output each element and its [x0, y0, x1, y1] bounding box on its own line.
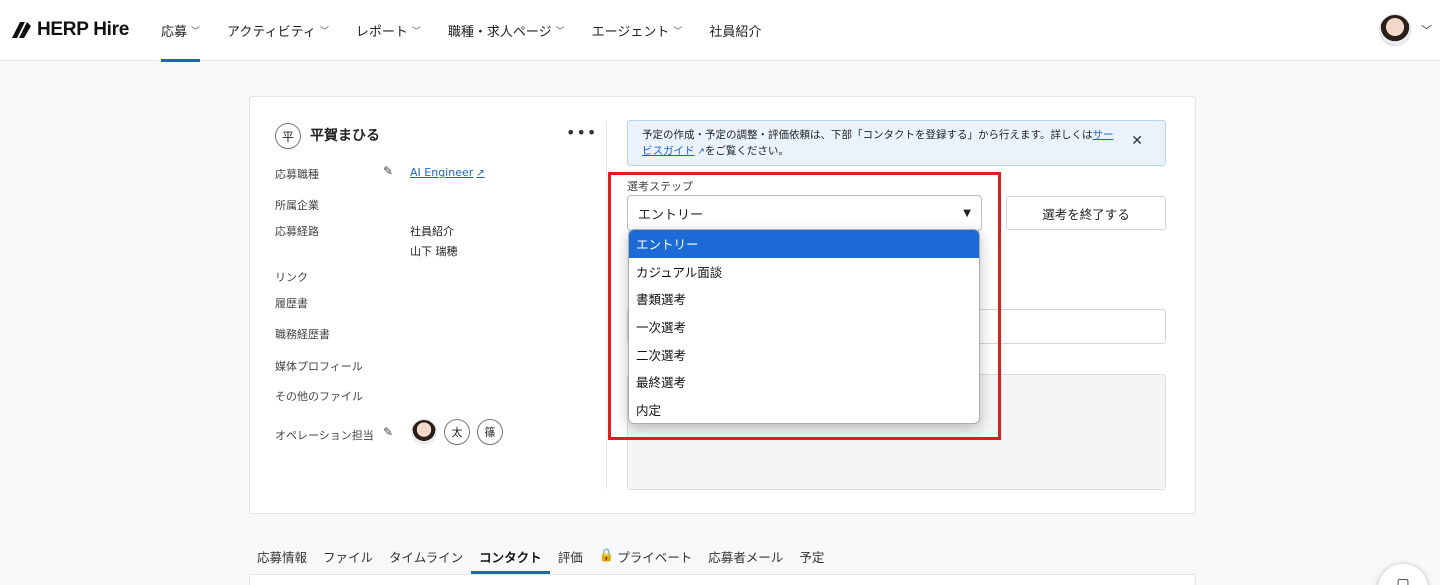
- link-label: リンク: [275, 271, 308, 284]
- select-value: エントリー: [638, 207, 704, 223]
- option-offer[interactable]: 内定: [629, 396, 979, 423]
- option-second-interview[interactable]: 二次選考: [629, 340, 979, 368]
- selection-step-select[interactable]: エントリー ▼: [627, 195, 982, 231]
- selection-step-options: エントリー カジュアル面談 書類選考 一次選考 二次選考 最終選考 内定: [628, 229, 980, 424]
- option-document-screening[interactable]: 書類選考: [629, 285, 979, 313]
- tab-content-panel: [249, 574, 1196, 585]
- notice-text-end: をご覧ください。: [704, 145, 789, 157]
- referrer-name: 山下 瑞穂: [410, 245, 458, 258]
- selection-step-label: 選考ステップ: [627, 180, 693, 193]
- tab-private[interactable]: 🔒 プライベート: [591, 540, 701, 574]
- career-label: 職務経歴書: [275, 328, 330, 341]
- chat-icon[interactable]: ▢: [1378, 564, 1428, 585]
- nav-item-referral[interactable]: 社員紹介: [698, 0, 772, 61]
- tab-contact[interactable]: コンタクト: [471, 540, 550, 574]
- option-casual-interview[interactable]: カジュアル面談: [629, 258, 979, 286]
- option-first-interview[interactable]: 一次選考: [629, 313, 979, 341]
- chevron-down-icon: ﹀: [191, 27, 201, 37]
- job-label: 応募職種: [275, 168, 319, 181]
- pencil-icon[interactable]: ✎: [383, 164, 393, 178]
- detail-tabs: 応募情報 ファイル タイムライン コンタクト 評価 🔒 プライベート 応募者メール…: [249, 540, 832, 574]
- tab-evaluation[interactable]: 評価: [550, 540, 591, 574]
- logo-text: HERP Hire: [37, 19, 129, 40]
- tab-application-info[interactable]: 応募情報: [249, 540, 315, 574]
- candidate-name: 平賀まひる: [310, 128, 380, 144]
- nav-label: 社員紹介: [709, 25, 762, 40]
- lock-icon: 🔒: [598, 547, 615, 562]
- route-value: 社員紹介: [410, 225, 454, 238]
- operator-avatar[interactable]: [411, 419, 437, 445]
- company-label: 所属企業: [275, 199, 319, 212]
- nav-item-jobs[interactable]: 職種・求人ページ ﹀: [437, 0, 576, 61]
- nav-label: アクティビティ: [227, 25, 316, 40]
- operator-avatar[interactable]: 篠: [477, 419, 503, 445]
- external-link-icon: ↗: [476, 168, 485, 179]
- chevron-down-icon: ﹀: [319, 27, 329, 37]
- nav-label: 応募: [161, 25, 188, 40]
- tab-schedule[interactable]: 予定: [791, 540, 832, 574]
- nav-item-applications[interactable]: 応募 ﹀: [150, 0, 211, 62]
- candidate-initial-avatar: 平: [275, 123, 301, 149]
- other-files-label: その他のファイル: [275, 390, 363, 403]
- close-icon[interactable]: ✕: [1131, 133, 1143, 149]
- operator-avatar[interactable]: 太: [444, 419, 470, 445]
- nav-label: エージェント: [591, 25, 670, 40]
- main-nav: 応募 ﹀ アクティビティ ﹀ レポート ﹀ 職種・求人ページ ﹀ エージェント …: [150, 0, 777, 62]
- media-profile-label: 媒体プロフィール: [275, 360, 363, 373]
- chevron-down-icon: ﹀: [411, 27, 421, 37]
- chevron-down-icon: ﹀: [673, 27, 683, 37]
- more-options-icon[interactable]: •••: [566, 123, 597, 142]
- divider: [606, 121, 607, 489]
- option-entry[interactable]: エントリー: [629, 230, 979, 258]
- job-link-text: AI Engineer: [410, 166, 474, 179]
- end-selection-button[interactable]: 選考を終了する: [1006, 196, 1166, 230]
- tab-applicant-mail[interactable]: 応募者メール: [700, 540, 791, 574]
- nav-label: 職種・求人ページ: [447, 25, 552, 40]
- operator-label: オペレーション担当: [275, 429, 374, 442]
- pencil-icon[interactable]: ✎: [383, 425, 393, 439]
- route-label: 応募経路: [275, 225, 319, 238]
- chevron-down-icon: ﹀: [555, 27, 565, 37]
- nav-item-activity[interactable]: アクティビティ ﹀: [216, 0, 340, 61]
- top-header: HERP Hire 応募 ﹀ アクティビティ ﹀ レポート ﹀ 職種・求人ページ…: [0, 0, 1440, 62]
- tab-files[interactable]: ファイル: [315, 540, 381, 574]
- info-notice: 予定の作成・予定の調整・評価依頼は、下部「コンタクトを登録する」から行えます。詳…: [627, 120, 1166, 166]
- nav-label: レポート: [355, 25, 408, 40]
- user-menu[interactable]: ﹀: [1379, 14, 1432, 46]
- nav-item-agent[interactable]: エージェント ﹀: [581, 0, 694, 61]
- option-final-interview[interactable]: 最終選考: [629, 368, 979, 396]
- notice-text: 予定の作成・予定の調整・評価依頼は、下部「コンタクトを登録する」から行えます。詳…: [642, 129, 1093, 141]
- resume-label: 履歴書: [275, 297, 308, 310]
- chevron-down-icon: ▼: [963, 207, 971, 219]
- herp-logo-icon: [10, 20, 32, 40]
- external-link-icon: ↗: [694, 147, 705, 157]
- tab-label: プライベート: [617, 550, 693, 565]
- herp-logo[interactable]: HERP Hire: [10, 18, 129, 42]
- job-link[interactable]: AI Engineer ↗: [410, 166, 485, 179]
- user-avatar[interactable]: [1379, 14, 1411, 46]
- nav-item-report[interactable]: レポート ﹀: [345, 0, 432, 61]
- chevron-down-icon[interactable]: ﹀: [1421, 22, 1432, 38]
- tab-timeline[interactable]: タイムライン: [381, 540, 471, 574]
